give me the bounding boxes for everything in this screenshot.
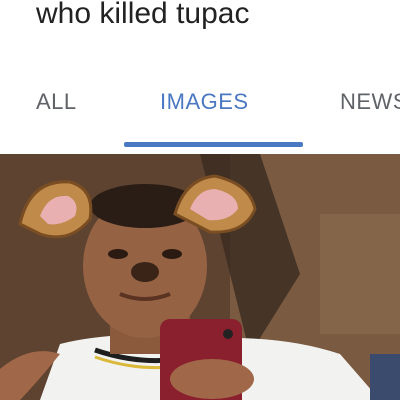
tab-images[interactable]: IMAGES [160, 88, 249, 116]
search-tabs: ALL IMAGES NEWS [0, 52, 400, 148]
search-query-text[interactable]: who killed tupac [36, 0, 249, 34]
search-bar[interactable]: who killed tupac [0, 0, 400, 53]
image-result-photo[interactable] [0, 154, 400, 400]
tab-news[interactable]: NEWS [340, 88, 400, 116]
search-results-screen: who killed tupac ALL IMAGES NEWS [0, 0, 400, 400]
selected-tab-indicator [124, 142, 303, 147]
tab-all[interactable]: ALL [36, 88, 77, 116]
selfie-photo-image [0, 154, 400, 400]
